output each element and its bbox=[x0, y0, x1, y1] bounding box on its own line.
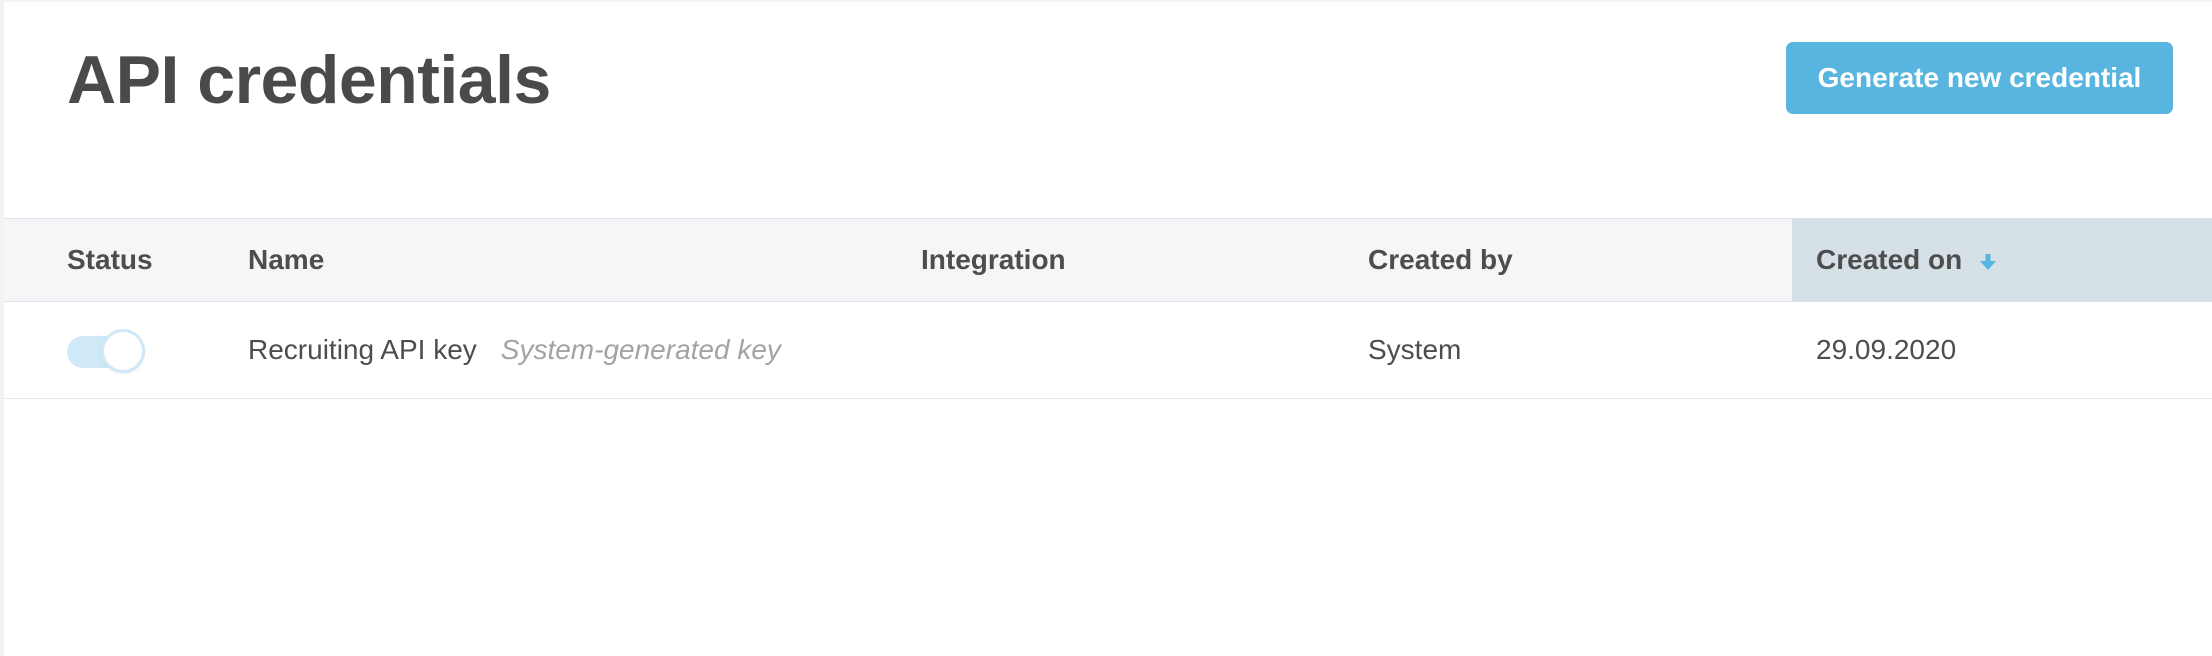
status-toggle[interactable] bbox=[67, 328, 147, 373]
toggle-knob bbox=[101, 329, 145, 373]
credential-name[interactable]: Recruiting API key bbox=[248, 334, 477, 366]
arrow-down-icon bbox=[1980, 254, 1997, 270]
page-header: API credentials Generate new credential bbox=[4, 2, 2212, 218]
created-on-cell: 29.09.2020 bbox=[1816, 334, 1957, 365]
column-header-status[interactable]: Status bbox=[67, 219, 153, 301]
page-title: API credentials bbox=[67, 42, 551, 118]
system-generated-note: System-generated key bbox=[500, 334, 781, 365]
generate-new-credential-button[interactable]: Generate new credential bbox=[1786, 42, 2173, 114]
column-header-created-on[interactable]: Created on bbox=[1792, 219, 2212, 301]
credentials-table: Status Name Integration Created by Creat… bbox=[4, 218, 2212, 399]
column-header-name[interactable]: Name bbox=[248, 219, 324, 301]
api-credentials-page: API credentials Generate new credential … bbox=[0, 0, 2212, 656]
table-row[interactable]: Recruiting API key System-generated key … bbox=[4, 302, 2212, 399]
created-by-cell: System bbox=[1368, 334, 1462, 365]
column-header-integration[interactable]: Integration bbox=[921, 219, 1066, 301]
table-header: Status Name Integration Created by Creat… bbox=[4, 218, 2212, 302]
name-cell: Recruiting API key System-generated key bbox=[248, 302, 781, 398]
table-body: Recruiting API key System-generated key … bbox=[4, 302, 2212, 399]
column-header-created-by[interactable]: Created by bbox=[1368, 219, 1513, 301]
status-cell bbox=[67, 302, 147, 398]
column-header-created-on-label: Created on bbox=[1816, 244, 1963, 275]
